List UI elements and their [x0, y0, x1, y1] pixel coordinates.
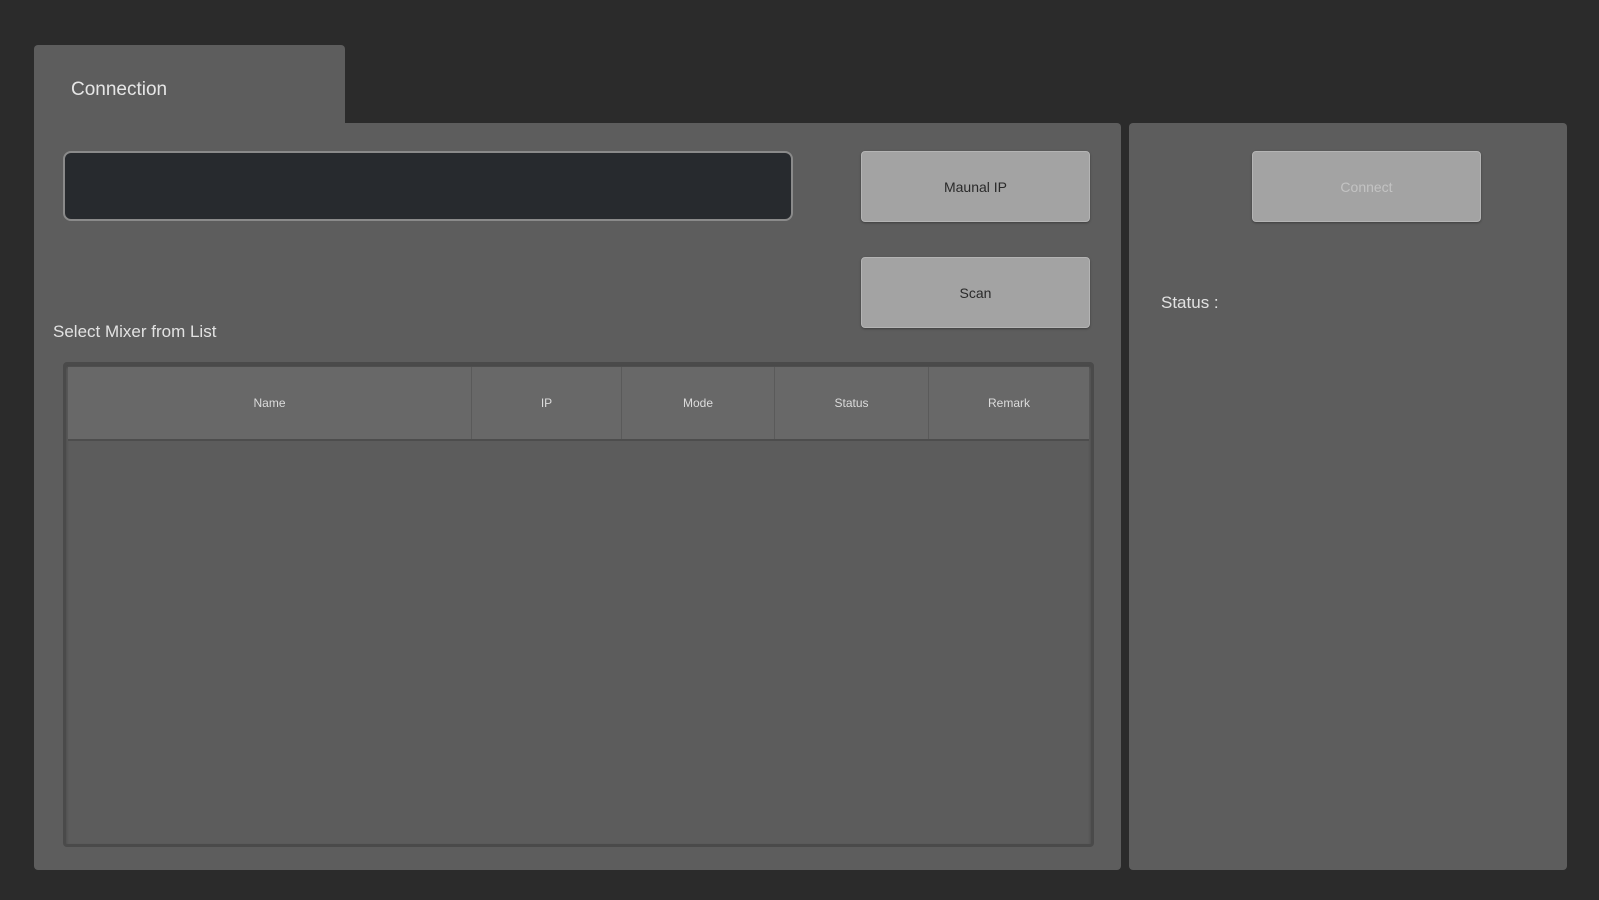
tab-connection-label: Connection [71, 79, 168, 100]
ip-address-input[interactable] [63, 151, 793, 221]
connection-panel: Maunal IP Scan Select Mixer from List Na… [34, 123, 1121, 870]
column-header-ip[interactable]: IP [472, 367, 622, 439]
tab-connection[interactable]: Connection [34, 45, 345, 130]
connect-button[interactable]: Connect [1252, 151, 1481, 222]
mixer-table-header: Name IP Mode Status Remark [68, 367, 1089, 441]
column-header-remark[interactable]: Remark [929, 367, 1089, 439]
status-panel: Connect Status : [1129, 123, 1567, 870]
column-header-mode[interactable]: Mode [622, 367, 775, 439]
status-label: Status : [1161, 293, 1219, 312]
manual-ip-button[interactable]: Maunal IP [861, 151, 1090, 222]
scan-button[interactable]: Scan [861, 257, 1090, 328]
column-header-status[interactable]: Status [775, 367, 929, 439]
select-mixer-label: Select Mixer from List [53, 322, 217, 341]
column-header-name[interactable]: Name [68, 367, 472, 439]
mixer-table[interactable]: Name IP Mode Status Remark [63, 362, 1094, 847]
